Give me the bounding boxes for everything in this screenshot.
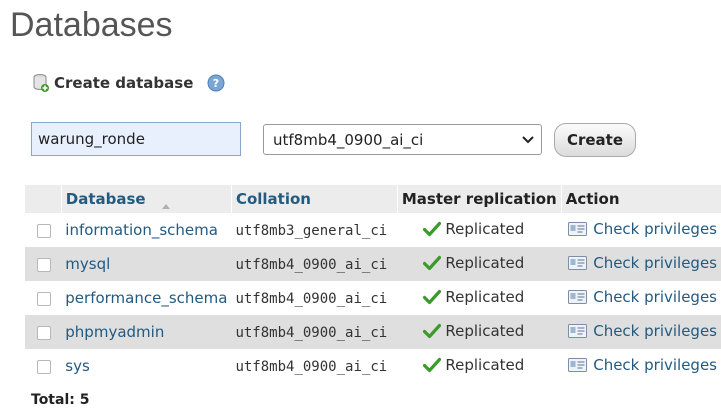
create-button[interactable]: Create — [554, 123, 636, 157]
check-privileges-link[interactable]: Check privileges — [565, 220, 717, 238]
check-privileges-label: Check privileges — [593, 254, 717, 272]
check-icon — [423, 323, 442, 339]
databases-table: Database Collation Master replication Ac… — [25, 185, 721, 383]
replication-cell: Replicated — [397, 213, 562, 247]
collation-cell: utf8mb3_general_ci — [231, 213, 398, 247]
table-row: information_schema utf8mb3_general_ci Re… — [25, 213, 721, 247]
check-icon — [423, 255, 442, 271]
svg-text:?: ? — [213, 77, 219, 90]
collation-cell: utf8mb4_0900_ai_ci — [231, 247, 398, 281]
privileges-icon — [568, 290, 588, 304]
table-header-row: Database Collation Master replication Ac… — [25, 185, 721, 213]
select-column-header — [25, 185, 62, 213]
check-privileges-label: Check privileges — [593, 288, 717, 306]
replication-cell: Replicated — [397, 281, 562, 315]
collation-value: utf8mb4_0900_ai_ci — [235, 291, 388, 307]
database-link[interactable]: performance_schema — [65, 289, 227, 307]
collation-select[interactable]: utf8mb4_0900_ai_ci — [263, 124, 542, 155]
collation-column-header[interactable]: Collation — [230, 185, 398, 213]
database-column-header[interactable]: Database — [60, 185, 232, 213]
database-header-label: Database — [65, 190, 146, 208]
database-cell: sys — [61, 349, 232, 383]
database-cell: performance_schema — [61, 281, 232, 315]
row-select-cell — [25, 315, 62, 349]
table-row: sys utf8mb4_0900_ai_ci Replicated Check … — [25, 349, 721, 383]
collation-cell: utf8mb4_0900_ai_ci — [231, 349, 398, 383]
row-select-cell — [25, 213, 62, 247]
privileges-icon — [568, 256, 588, 270]
row-checkbox[interactable] — [37, 257, 51, 272]
table-row: mysql utf8mb4_0900_ai_ci Replicated Chec… — [25, 247, 721, 281]
row-checkbox[interactable] — [37, 291, 51, 306]
action-column-header: Action — [560, 185, 721, 213]
row-select-cell — [25, 349, 62, 383]
database-cell: mysql — [61, 247, 232, 281]
check-icon — [423, 357, 442, 373]
database-name-input[interactable] — [31, 122, 241, 156]
master-replication-header-label: Master replication — [401, 190, 557, 208]
action-cell: Check privileges — [561, 315, 721, 349]
row-select-cell — [25, 247, 62, 281]
sort-ascending-icon — [161, 196, 171, 209]
check-privileges-label: Check privileges — [593, 220, 717, 238]
collation-header-label: Collation — [235, 190, 311, 208]
action-cell: Check privileges — [561, 281, 721, 315]
master-replication-column-header: Master replication — [396, 185, 562, 213]
row-checkbox[interactable] — [37, 325, 51, 340]
replication-cell: Replicated — [397, 315, 562, 349]
database-cell: information_schema — [61, 213, 232, 247]
action-cell: Check privileges — [561, 213, 721, 247]
collation-value: utf8mb3_general_ci — [235, 223, 388, 239]
table-row: performance_schema utf8mb4_0900_ai_ci Re… — [25, 281, 721, 315]
database-link[interactable]: information_schema — [65, 221, 218, 239]
check-privileges-link[interactable]: Check privileges — [565, 356, 717, 374]
replication-cell: Replicated — [397, 349, 562, 383]
action-cell: Check privileges — [561, 349, 721, 383]
create-database-heading: Create database ? — [32, 72, 225, 94]
database-link[interactable]: sys — [65, 357, 90, 375]
row-checkbox[interactable] — [37, 359, 51, 374]
create-database-label: Create database — [54, 74, 194, 92]
privileges-icon — [568, 324, 588, 338]
check-privileges-link[interactable]: Check privileges — [565, 322, 717, 340]
collation-value: utf8mb4_0900_ai_ci — [235, 257, 388, 273]
database-plus-icon — [32, 73, 50, 93]
replication-status: Replicated — [445, 219, 525, 238]
check-privileges-label: Check privileges — [593, 356, 717, 374]
replication-status: Replicated — [445, 321, 525, 340]
database-link[interactable]: mysql — [65, 255, 110, 273]
check-privileges-label: Check privileges — [593, 322, 717, 340]
check-privileges-link[interactable]: Check privileges — [565, 254, 717, 272]
collation-select-value: utf8mb4_0900_ai_ci — [273, 130, 424, 149]
action-header-label: Action — [565, 190, 620, 208]
row-select-cell — [25, 281, 62, 315]
privileges-icon — [568, 222, 588, 236]
replication-status: Replicated — [445, 287, 525, 306]
database-link[interactable]: phpmyadmin — [65, 323, 164, 341]
replication-cell: Replicated — [397, 247, 562, 281]
collation-cell: utf8mb4_0900_ai_ci — [231, 315, 398, 349]
chevron-down-icon — [521, 133, 535, 147]
replication-status: Replicated — [445, 253, 525, 272]
check-icon — [423, 221, 442, 237]
replication-status: Replicated — [445, 355, 525, 374]
row-checkbox[interactable] — [37, 223, 51, 238]
table-row: phpmyadmin utf8mb4_0900_ai_ci Replicated… — [25, 315, 721, 349]
check-privileges-link[interactable]: Check privileges — [565, 288, 717, 306]
action-cell: Check privileges — [561, 247, 721, 281]
collation-cell: utf8mb4_0900_ai_ci — [231, 281, 398, 315]
privileges-icon — [568, 358, 588, 372]
database-cell: phpmyadmin — [61, 315, 232, 349]
check-icon — [423, 289, 442, 305]
help-icon[interactable]: ? — [207, 74, 225, 92]
total-count: Total: 5 — [31, 392, 90, 408]
collation-value: utf8mb4_0900_ai_ci — [235, 325, 388, 341]
page-title: Databases — [10, 6, 173, 44]
collation-value: utf8mb4_0900_ai_ci — [235, 359, 388, 375]
